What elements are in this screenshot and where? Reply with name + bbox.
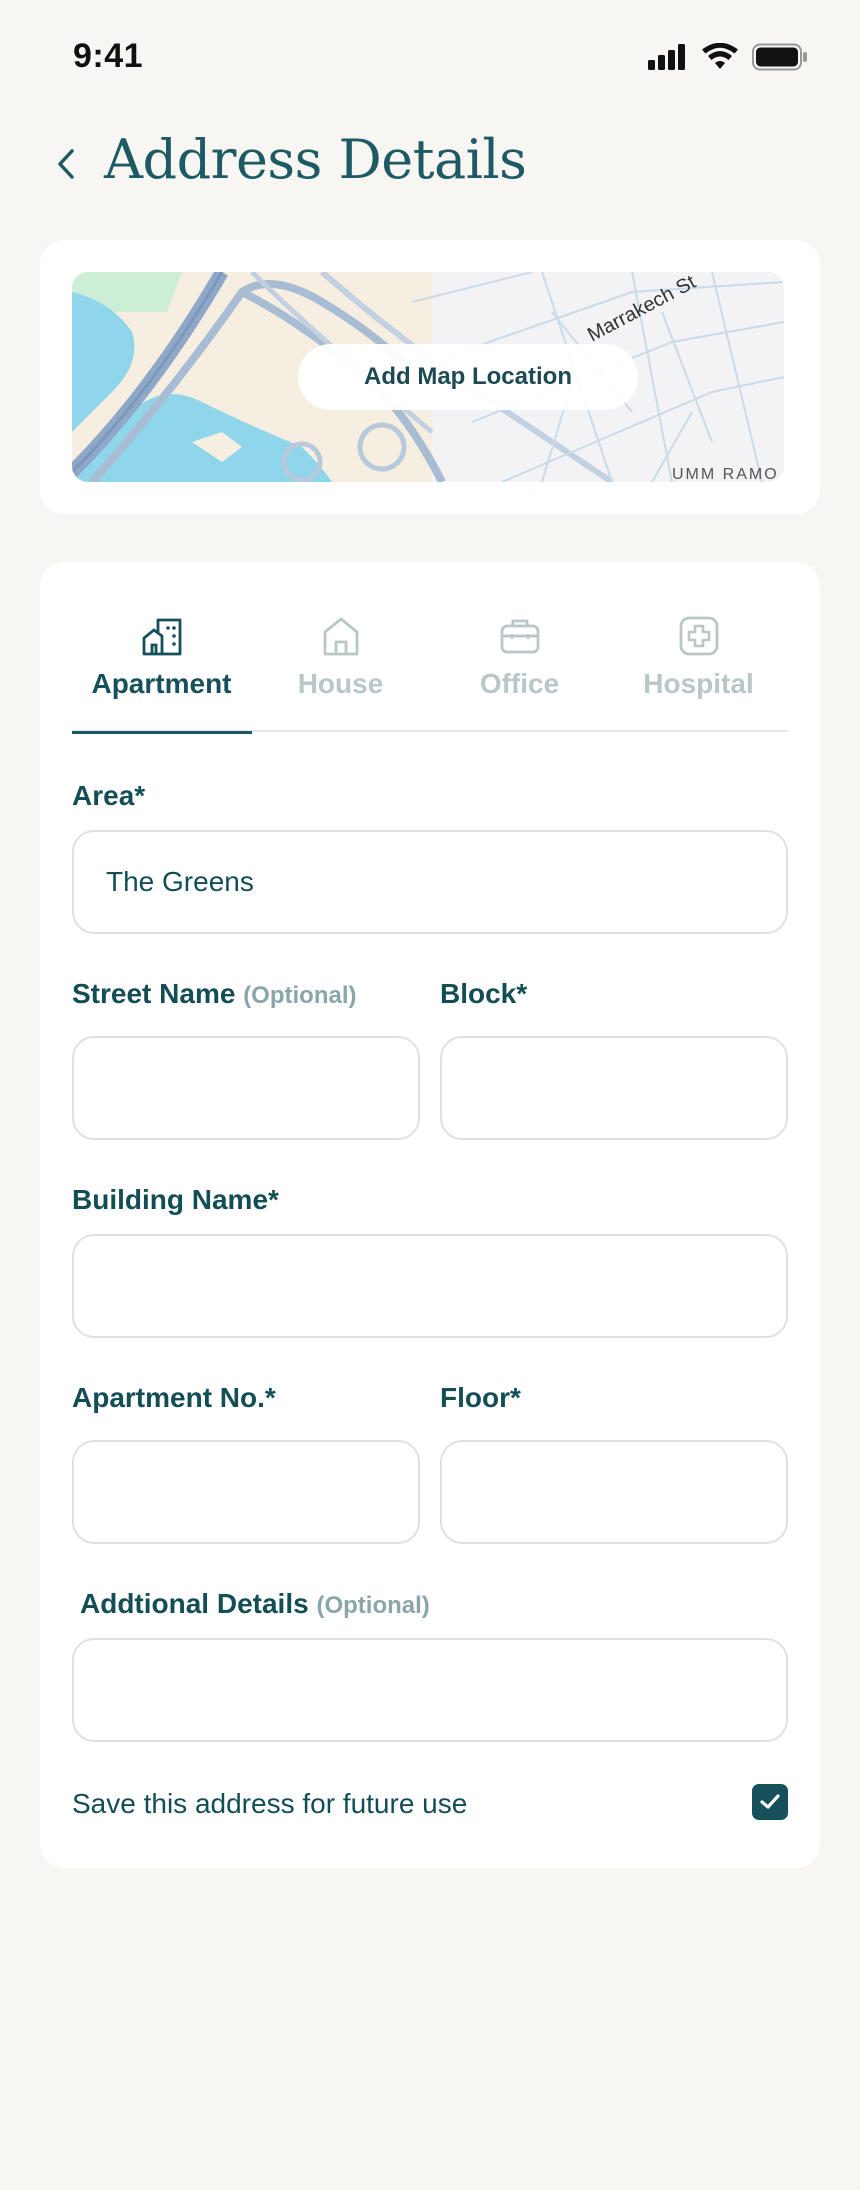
block-label: Block* [440,978,528,1009]
tab-apartment-label: Apartment [91,668,232,699]
wifi-icon [702,43,738,69]
briefcase-icon [500,619,539,654]
additional-details-label-text: Addtional Details [80,1588,309,1619]
tab-office-label: Office [479,668,560,699]
page-title: Address Details [104,128,527,191]
status-time: 9:41 [73,37,144,75]
address-form-card: Apartment House Office Hospital Area* Th… [40,562,820,1868]
tab-office[interactable]: Office [430,606,609,732]
check-icon [760,1794,780,1809]
chevron-left-icon [58,149,74,179]
building-name-label: Building Name* [72,1184,279,1215]
area-label: Area* [72,780,146,811]
save-address-row: Save this address for future use [72,1784,788,1824]
map-preview[interactable]: Marrakech St UMM RAMO Add Map Location [72,272,784,482]
house-icon [323,617,358,656]
apartment-no-input[interactable] [72,1440,420,1544]
map-card: Marrakech St UMM RAMO Add Map Location [40,240,820,514]
tab-house-label: House [297,668,384,699]
map-district-label: UMM RAMO [672,466,779,482]
apartment-no-label: Apartment No.* [72,1382,276,1413]
tab-hospital-label: Hospital [643,668,754,699]
save-address-checkbox[interactable] [752,1784,788,1820]
status-bar: 9:41 [0,0,860,115]
status-icons [648,42,808,72]
street-name-optional: (Optional) [243,982,357,1009]
block-input[interactable] [440,1036,788,1140]
additional-details-label: Addtional Details (Optional) [80,1588,430,1620]
address-type-tabs: Apartment House Office Hospital [72,606,788,734]
back-button[interactable] [48,142,84,186]
street-name-label: Street Name (Optional) [72,978,357,1010]
header: Address Details [0,120,860,200]
tab-house[interactable]: House [251,606,430,732]
floor-label: Floor* [440,1382,521,1413]
additional-details-input[interactable] [72,1638,788,1742]
tab-hospital[interactable]: Hospital [609,606,788,732]
street-name-input[interactable] [72,1036,420,1140]
tab-apartment[interactable]: Apartment [72,606,252,734]
save-address-label: Save this address for future use [72,1788,468,1819]
building-name-input[interactable] [72,1234,788,1338]
add-map-location-button[interactable]: Add Map Location [298,344,638,410]
apartment-icon [142,618,181,656]
signal-icon [648,44,685,70]
battery-icon [752,43,807,71]
floor-input[interactable] [440,1440,788,1544]
street-name-label-text: Street Name [72,978,236,1009]
additional-details-optional: (Optional) [316,1592,430,1619]
area-input[interactable] [72,830,788,934]
hospital-icon [679,616,718,656]
